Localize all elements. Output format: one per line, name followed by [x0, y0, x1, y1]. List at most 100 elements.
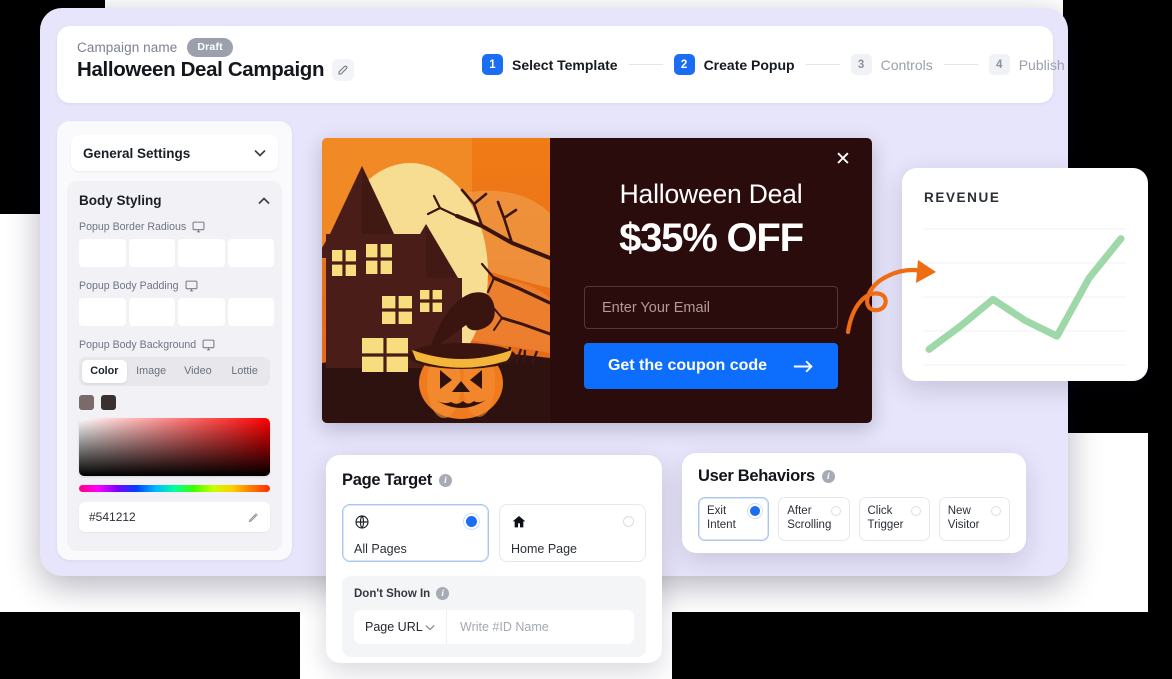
tab-lottie[interactable]: Lottie	[222, 360, 267, 383]
border-radius-input-bottom[interactable]	[178, 239, 225, 267]
popup-preview: ✕ Halloween Deal $35% OFF Enter Your Ema…	[322, 138, 872, 423]
popup-email-placeholder: Enter Your Email	[602, 299, 711, 316]
close-icon[interactable]: ✕	[834, 150, 852, 169]
revenue-title: REVENUE	[924, 190, 1001, 205]
step-number: 1	[482, 54, 503, 75]
body-padding-label-row: Popup Body Padding	[79, 280, 270, 292]
dont-show-in-section: Don't Show In i Page URL	[342, 576, 646, 657]
halloween-scene-icon	[322, 138, 550, 423]
border-radius-input-right[interactable]	[128, 239, 175, 267]
info-icon[interactable]: i	[821, 470, 835, 483]
page-url-select[interactable]: Page URL	[354, 610, 447, 644]
dont-show-in-header: Don't Show In i	[354, 587, 634, 600]
radio-after-scrolling[interactable]	[830, 506, 841, 516]
body-padding-input-top[interactable]	[79, 298, 126, 326]
body-padding-input-bottom[interactable]	[178, 298, 225, 326]
accordion-body-styling-label: Body Styling	[79, 193, 162, 208]
user-behaviors-title: User Behaviors	[698, 467, 815, 485]
tab-video[interactable]: Video	[176, 360, 221, 383]
radio-new-visitor[interactable]	[991, 506, 1001, 516]
campaign-title-row: Halloween Deal Campaign	[77, 58, 355, 82]
page-target-option-home-page[interactable]: Home Page	[499, 504, 646, 562]
popup-cta-button[interactable]: Get the coupon code	[584, 343, 838, 389]
behavior-label-line1: Click	[867, 505, 893, 517]
behavior-label-line2: Intent	[707, 519, 736, 531]
curved-arrow-icon	[845, 260, 936, 335]
settings-sidebar: General Settings Body Styling Popup Bord…	[57, 121, 292, 560]
user-behaviors-header: User Behaviors i	[698, 467, 1010, 486]
radio-all-pages[interactable]	[466, 516, 477, 527]
behavior-label-line1: Exit	[707, 505, 727, 517]
radio-exit-intent[interactable]	[750, 506, 761, 516]
border-radius-label-row: Popup Border Radious	[79, 221, 270, 233]
body-background-label: Popup Body Background	[79, 339, 197, 351]
step-label: Controls	[880, 56, 933, 73]
page-target-option-label: Home Page	[511, 542, 578, 556]
saturation-value-picker[interactable]	[79, 418, 270, 476]
backdrop-block-bottomright	[672, 612, 1172, 679]
accordion-general-settings[interactable]: General Settings	[71, 135, 278, 171]
body-padding-input-left[interactable]	[227, 298, 274, 326]
behavior-option-label: New Visitor	[948, 504, 996, 532]
desktop-icon	[202, 339, 215, 351]
body-padding-input-right[interactable]	[128, 298, 175, 326]
step-divider	[628, 63, 663, 66]
behavior-option-exit-intent[interactable]: Exit Intent	[698, 497, 770, 541]
behavior-label-line2: Visitor	[947, 519, 980, 531]
dont-show-in-controls: Page URL	[354, 610, 634, 644]
behavior-option-new-visitor[interactable]: New Visitor	[938, 497, 1010, 541]
page-target-title: Page Target	[342, 471, 432, 489]
backdrop-block-bottomleft	[0, 612, 300, 679]
tab-image[interactable]: Image	[129, 360, 174, 383]
color-swatch[interactable]	[79, 395, 94, 410]
page-target-options: All Pages Home Page	[342, 504, 646, 562]
page-title: Halloween Deal Campaign	[77, 58, 325, 81]
behavior-option-label: Click Trigger	[868, 504, 916, 532]
pencil-icon	[338, 65, 348, 75]
step-select-template[interactable]: 1 Select Template	[482, 54, 618, 75]
popup-illustration	[322, 138, 550, 423]
step-controls[interactable]: 3 Controls	[850, 54, 933, 75]
eyedropper-icon[interactable]	[248, 511, 260, 523]
border-radius-inputs	[79, 239, 274, 267]
behavior-option-after-scrolling[interactable]: After Scrolling	[778, 497, 850, 541]
behavior-option-label: Exit Intent	[707, 504, 755, 532]
edit-campaign-name-button[interactable]	[332, 59, 355, 81]
hex-color-field	[79, 502, 270, 532]
info-icon[interactable]: i	[438, 474, 452, 487]
background-type-tabs: Color Image Video Lottie	[79, 357, 270, 386]
desktop-icon	[192, 221, 205, 233]
popup-cta-label: Get the coupon code	[607, 357, 768, 374]
hue-slider[interactable]	[79, 485, 270, 492]
behavior-label-line1: New	[947, 505, 971, 517]
info-icon[interactable]: i	[436, 587, 450, 600]
body-padding-label: Popup Body Padding	[79, 280, 179, 292]
home-icon	[512, 516, 526, 528]
step-divider	[805, 63, 840, 66]
step-label: Select Template	[512, 56, 618, 73]
radio-click-trigger[interactable]	[910, 506, 921, 516]
accordion-body-styling-header[interactable]: Body Styling	[79, 193, 270, 208]
user-behaviors-card: User Behaviors i Exit Intent After Scrol…	[682, 453, 1026, 553]
tab-color[interactable]: Color	[82, 360, 127, 383]
radio-home-page[interactable]	[623, 516, 634, 527]
accordion-general-settings-label: General Settings	[83, 145, 191, 161]
border-radius-input-top[interactable]	[79, 239, 126, 267]
page-target-option-all-pages[interactable]: All Pages	[342, 504, 489, 562]
body-background-label-row: Popup Body Background	[79, 339, 270, 351]
step-publish[interactable]: 4 Publish	[988, 54, 1065, 75]
user-behaviors-options: Exit Intent After Scrolling Click Trigge…	[698, 497, 1010, 541]
id-name-input[interactable]	[447, 610, 634, 644]
campaign-meta-row: Campaign name Draft	[77, 38, 233, 57]
color-swatch[interactable]	[101, 395, 116, 410]
step-label: Publish	[1018, 56, 1065, 73]
popup-email-input[interactable]: Enter Your Email	[584, 286, 838, 329]
hex-color-input[interactable]	[89, 510, 229, 524]
chevron-down-icon	[425, 624, 435, 631]
behavior-option-click-trigger[interactable]: Click Trigger	[858, 497, 930, 541]
accordion-body-styling: Body Styling Popup Border Radious Popup …	[67, 181, 282, 551]
step-create-popup[interactable]: 2 Create Popup	[673, 54, 795, 75]
border-radius-input-left[interactable]	[227, 239, 274, 267]
behavior-label-line2: Scrolling	[787, 519, 832, 531]
backdrop-block-midright	[1148, 433, 1172, 613]
